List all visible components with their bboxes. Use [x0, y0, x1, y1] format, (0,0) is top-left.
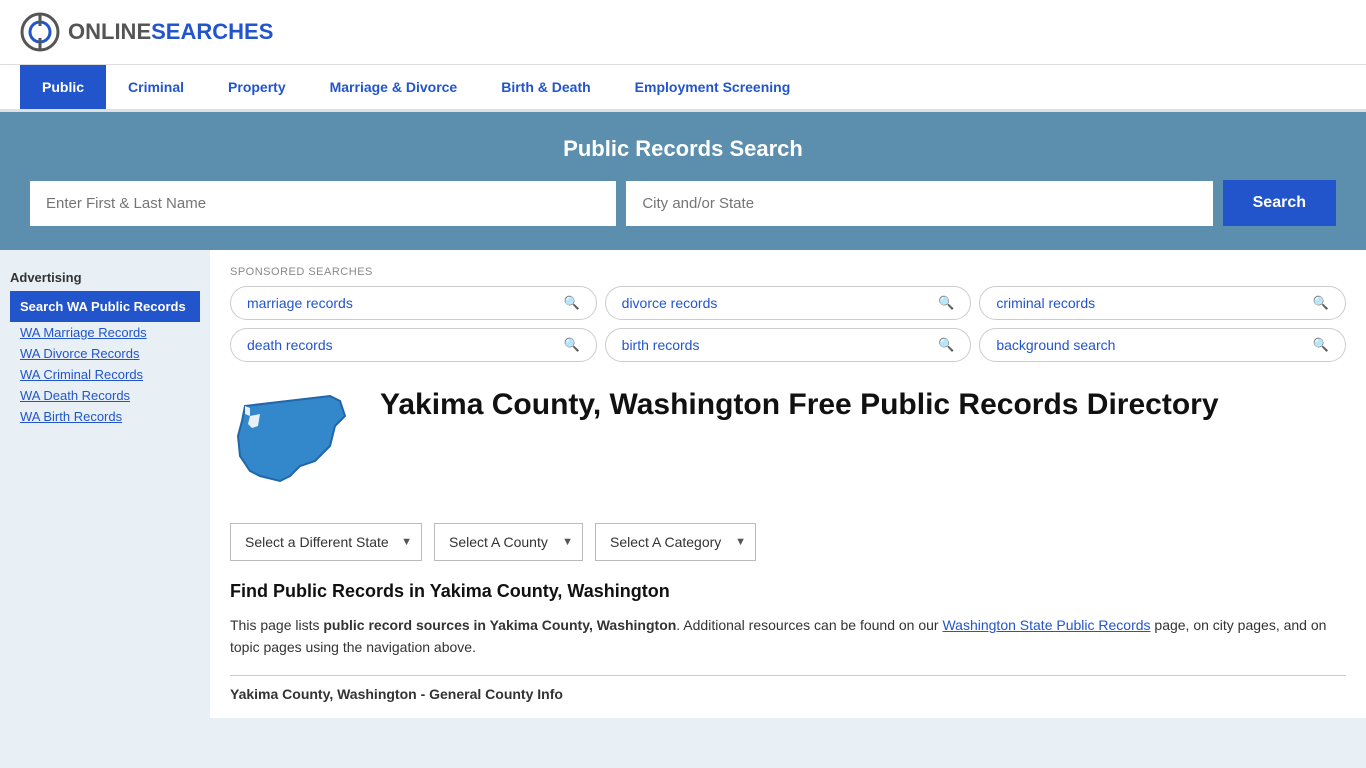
logo-icon	[20, 12, 60, 52]
pill-background[interactable]: background search 🔍	[979, 328, 1346, 362]
search-fields: Search	[30, 180, 1336, 226]
find-title: Find Public Records in Yakima County, Wa…	[230, 581, 1346, 602]
washington-map-svg	[230, 386, 360, 496]
nav-employment[interactable]: Employment Screening	[613, 65, 813, 109]
nav-birth-death[interactable]: Birth & Death	[479, 65, 612, 109]
main-container: Advertising Search WA Public Records WA …	[0, 250, 1366, 718]
search-button[interactable]: Search	[1223, 180, 1336, 226]
state-dropdown-wrapper: Select a Different State	[230, 523, 422, 561]
find-desc-part2: . Additional resources can be found on o…	[676, 617, 942, 633]
category-dropdown[interactable]: Select A Category	[595, 523, 756, 561]
sidebar-link-criminal[interactable]: WA Criminal Records	[10, 364, 200, 385]
category-dropdown-wrapper: Select A Category	[595, 523, 756, 561]
location-title: Yakima County, Washington Free Public Re…	[380, 386, 1219, 424]
pill-marriage-label: marriage records	[247, 295, 353, 311]
pill-criminal-label: criminal records	[996, 295, 1095, 311]
sidebar-link-birth[interactable]: WA Birth Records	[10, 406, 200, 427]
pill-birth[interactable]: birth records 🔍	[605, 328, 972, 362]
location-input[interactable]	[626, 181, 1212, 226]
dropdown-row: Select a Different State Select A County…	[230, 523, 1346, 561]
site-header: ONLINESEARCHES	[0, 0, 1366, 65]
sidebar-link-death[interactable]: WA Death Records	[10, 385, 200, 406]
find-desc-part1: This page lists	[230, 617, 323, 633]
search-icon-3: 🔍	[563, 337, 579, 353]
search-banner: Public Records Search Search	[0, 112, 1366, 250]
sidebar-link-divorce[interactable]: WA Divorce Records	[10, 343, 200, 364]
sidebar: Advertising Search WA Public Records WA …	[0, 250, 210, 718]
pill-background-label: background search	[996, 337, 1115, 353]
find-desc-bold: public record sources in Yakima County, …	[323, 617, 676, 633]
county-dropdown[interactable]: Select A County	[434, 523, 583, 561]
nav-property[interactable]: Property	[206, 65, 308, 109]
county-info-title: Yakima County, Washington - General Coun…	[230, 675, 1346, 702]
find-description: This page lists public record sources in…	[230, 614, 1346, 659]
search-icon-2: 🔍	[1313, 295, 1329, 311]
nav-marriage-divorce[interactable]: Marriage & Divorce	[308, 65, 480, 109]
logo[interactable]: ONLINESEARCHES	[20, 12, 273, 52]
location-section: Yakima County, Washington Free Public Re…	[230, 386, 1346, 499]
pill-death[interactable]: death records 🔍	[230, 328, 597, 362]
logo-text: ONLINESEARCHES	[68, 19, 273, 45]
sponsored-label: SPONSORED SEARCHES	[230, 266, 1346, 278]
main-nav: Public Criminal Property Marriage & Divo…	[0, 65, 1366, 112]
find-desc-link[interactable]: Washington State Public Records	[942, 617, 1150, 633]
pill-divorce-label: divorce records	[622, 295, 718, 311]
state-dropdown[interactable]: Select a Different State	[230, 523, 422, 561]
pill-divorce[interactable]: divorce records 🔍	[605, 286, 972, 320]
pill-birth-label: birth records	[622, 337, 700, 353]
pill-death-label: death records	[247, 337, 333, 353]
search-icon-4: 🔍	[938, 337, 954, 353]
search-pills: marriage records 🔍 divorce records 🔍 cri…	[230, 286, 1346, 362]
main-content: SPONSORED SEARCHES marriage records 🔍 di…	[210, 250, 1366, 718]
sidebar-ad-label: Advertising	[10, 270, 200, 285]
sidebar-link-marriage[interactable]: WA Marriage Records	[10, 322, 200, 343]
name-input[interactable]	[30, 181, 616, 226]
nav-criminal[interactable]: Criminal	[106, 65, 206, 109]
state-map	[230, 386, 360, 499]
logo-searches: SEARCHES	[151, 19, 273, 44]
logo-online: ONLINE	[68, 19, 151, 44]
search-icon-1: 🔍	[938, 295, 954, 311]
pill-marriage[interactable]: marriage records 🔍	[230, 286, 597, 320]
search-icon-5: 🔍	[1313, 337, 1329, 353]
search-banner-title: Public Records Search	[30, 136, 1336, 162]
search-icon-0: 🔍	[563, 295, 579, 311]
sidebar-ad-active[interactable]: Search WA Public Records	[10, 291, 200, 322]
pill-criminal[interactable]: criminal records 🔍	[979, 286, 1346, 320]
county-dropdown-wrapper: Select A County	[434, 523, 583, 561]
nav-public[interactable]: Public	[20, 65, 106, 109]
